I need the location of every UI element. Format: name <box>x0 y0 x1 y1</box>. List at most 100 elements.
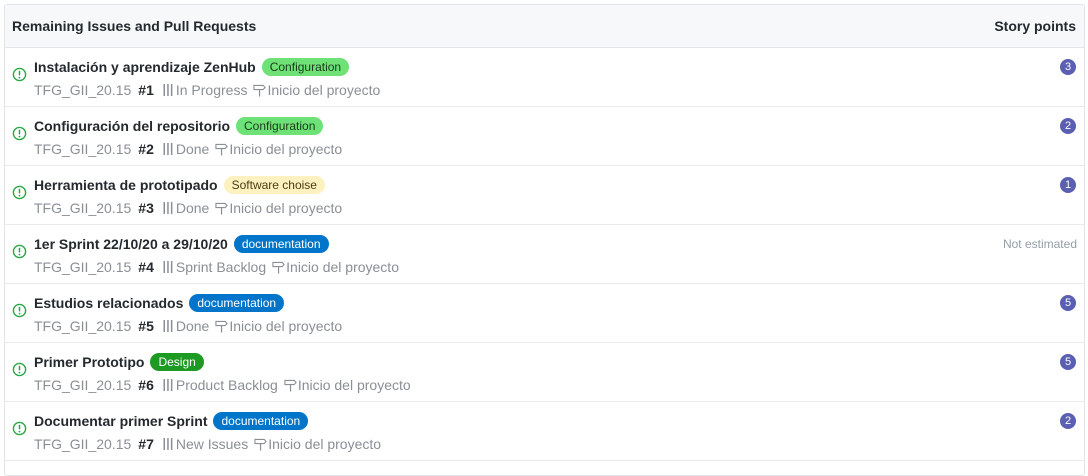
pipeline-icon <box>163 143 173 155</box>
issue-row[interactable]: Primer Prototipo Design TFG_GII_20.15 #6… <box>5 343 1084 402</box>
issue-opened-icon <box>12 303 27 318</box>
issue-row[interactable]: Instalación y aprendizaje ZenHub Configu… <box>5 48 1084 107</box>
issue-meta: TFG_GII_20.15 #5 Done Inicio del proyect… <box>34 317 342 335</box>
story-points-badge: 2 <box>1060 413 1076 429</box>
milestone-name: Inicio del proyecto <box>297 377 411 393</box>
milestone-name: Inicio del proyecto <box>267 82 381 98</box>
pipeline: In Progress <box>163 82 248 98</box>
issue-row[interactable]: 1er Sprint 22/10/20 a 29/10/20 documenta… <box>5 225 1084 284</box>
issue-meta: TFG_GII_20.15 #7 New Issues Inicio del p… <box>34 435 381 453</box>
issue-opened-icon <box>12 126 27 141</box>
pipeline: Done <box>163 200 209 216</box>
issue-title[interactable]: Documentar primer Sprint <box>34 413 207 429</box>
issue-heading: Herramienta de prototipado Software choi… <box>34 175 325 195</box>
issue-title[interactable]: Herramienta de prototipado <box>34 177 218 193</box>
milestone[interactable]: Inicio del proyecto <box>215 200 342 216</box>
issue-label[interactable]: documentation <box>233 235 329 253</box>
milestone-icon <box>215 202 229 215</box>
issue-row[interactable]: Documentar primer Sprint documentation T… <box>5 402 1084 461</box>
issue-number: #3 <box>138 200 154 216</box>
milestone-name: Inicio del proyecto <box>229 318 343 334</box>
milestone-name: Inicio del proyecto <box>229 200 343 216</box>
issue-label[interactable]: Configuration <box>261 58 350 76</box>
milestone-name: Inicio del proyecto <box>229 141 343 157</box>
issue-title[interactable]: 1er Sprint 22/10/20 a 29/10/20 <box>34 236 228 252</box>
issue-label[interactable]: Design <box>150 353 204 371</box>
pipeline: New Issues <box>163 436 248 452</box>
pipeline-icon <box>163 84 173 96</box>
issue-heading: Estudios relacionados documentation <box>34 293 285 313</box>
milestone-icon <box>215 143 229 156</box>
pipeline-name: Done <box>175 141 210 157</box>
issue-title[interactable]: Instalación y aprendizaje ZenHub <box>34 59 256 75</box>
issue-heading: 1er Sprint 22/10/20 a 29/10/20 documenta… <box>34 234 329 254</box>
issue-opened-icon <box>12 421 27 436</box>
pipeline-icon <box>163 202 173 214</box>
milestone[interactable]: Inicio del proyecto <box>253 82 380 98</box>
repo-name: TFG_GII_20.15 <box>34 259 132 275</box>
issue-meta: TFG_GII_20.15 #2 Done Inicio del proyect… <box>34 140 342 158</box>
issue-meta: TFG_GII_20.15 #1 In Progress Inicio del … <box>34 81 380 99</box>
issue-row[interactable]: Herramienta de prototipado Software choi… <box>5 166 1084 225</box>
issue-opened-icon <box>12 244 27 259</box>
pipeline: Done <box>163 318 209 334</box>
story-points-not-estimated: Not estimated <box>1002 237 1077 251</box>
issue-label[interactable]: Software choise <box>223 176 325 194</box>
issue-heading: Primer Prototipo Design <box>34 352 204 372</box>
pipeline-icon <box>163 261 173 273</box>
issue-heading: Configuración del repositorio Configurat… <box>34 116 324 136</box>
issue-number: #4 <box>138 259 154 275</box>
pipeline-name: In Progress <box>175 82 248 98</box>
milestone-icon <box>284 379 297 392</box>
milestone[interactable]: Inicio del proyecto <box>272 259 399 275</box>
milestone-icon <box>215 320 229 333</box>
milestone[interactable]: Inicio del proyecto <box>215 318 342 334</box>
milestone-name: Inicio del proyecto <box>268 436 382 452</box>
issue-label[interactable]: documentation <box>189 294 285 312</box>
pipeline-icon <box>163 320 173 332</box>
repo-name: TFG_GII_20.15 <box>34 82 132 98</box>
repo-name: TFG_GII_20.15 <box>34 200 132 216</box>
pipeline-icon <box>163 379 173 391</box>
story-points-badge: 1 <box>1060 177 1076 193</box>
issue-opened-icon <box>12 185 27 200</box>
story-points-badge: 3 <box>1060 59 1076 75</box>
milestone[interactable]: Inicio del proyecto <box>284 377 411 393</box>
milestone[interactable]: Inicio del proyecto <box>254 436 381 452</box>
pipeline-name: Product Backlog <box>175 377 278 393</box>
issue-meta: TFG_GII_20.15 #6 Product Backlog Inicio … <box>34 376 411 394</box>
issue-list: Instalación y aprendizaje ZenHub Configu… <box>5 48 1084 461</box>
issue-number: #2 <box>138 141 154 157</box>
issue-number: #6 <box>138 377 154 393</box>
pipeline-name: New Issues <box>175 436 249 452</box>
pipeline: Product Backlog <box>163 377 278 393</box>
issues-panel: Remaining Issues and Pull Requests Story… <box>4 4 1085 476</box>
issue-label[interactable]: documentation <box>213 412 309 430</box>
pipeline-name: Done <box>175 318 210 334</box>
issue-label[interactable]: Configuration <box>236 117 324 135</box>
issue-title[interactable]: Configuración del repositorio <box>34 118 230 134</box>
issue-title[interactable]: Primer Prototipo <box>34 354 144 370</box>
issue-meta: TFG_GII_20.15 #4 Sprint Backlog Inicio d… <box>34 258 399 276</box>
issue-opened-icon <box>12 67 27 82</box>
pipeline: Done <box>163 141 209 157</box>
story-points-badge: 5 <box>1060 295 1076 311</box>
issue-heading: Instalación y aprendizaje ZenHub Configu… <box>34 57 350 77</box>
pipeline: Sprint Backlog <box>163 259 266 275</box>
milestone-icon <box>253 84 267 97</box>
issue-row[interactable]: Estudios relacionados documentation TFG_… <box>5 284 1084 343</box>
issue-meta: TFG_GII_20.15 #3 Done Inicio del proyect… <box>34 199 342 217</box>
issue-row[interactable]: Configuración del repositorio Configurat… <box>5 107 1084 166</box>
story-points-badge: 5 <box>1060 354 1076 370</box>
story-points-header: Story points <box>994 18 1076 34</box>
issue-number: #7 <box>138 436 154 452</box>
issue-title[interactable]: Estudios relacionados <box>34 295 183 311</box>
milestone[interactable]: Inicio del proyecto <box>215 141 342 157</box>
repo-name: TFG_GII_20.15 <box>34 436 132 452</box>
issue-number: #1 <box>138 82 154 98</box>
milestone-name: Inicio del proyecto <box>286 259 399 275</box>
repo-name: TFG_GII_20.15 <box>34 318 132 334</box>
repo-name: TFG_GII_20.15 <box>34 377 132 393</box>
issue-heading: Documentar primer Sprint documentation <box>34 411 309 431</box>
pipeline-name: Done <box>175 200 210 216</box>
